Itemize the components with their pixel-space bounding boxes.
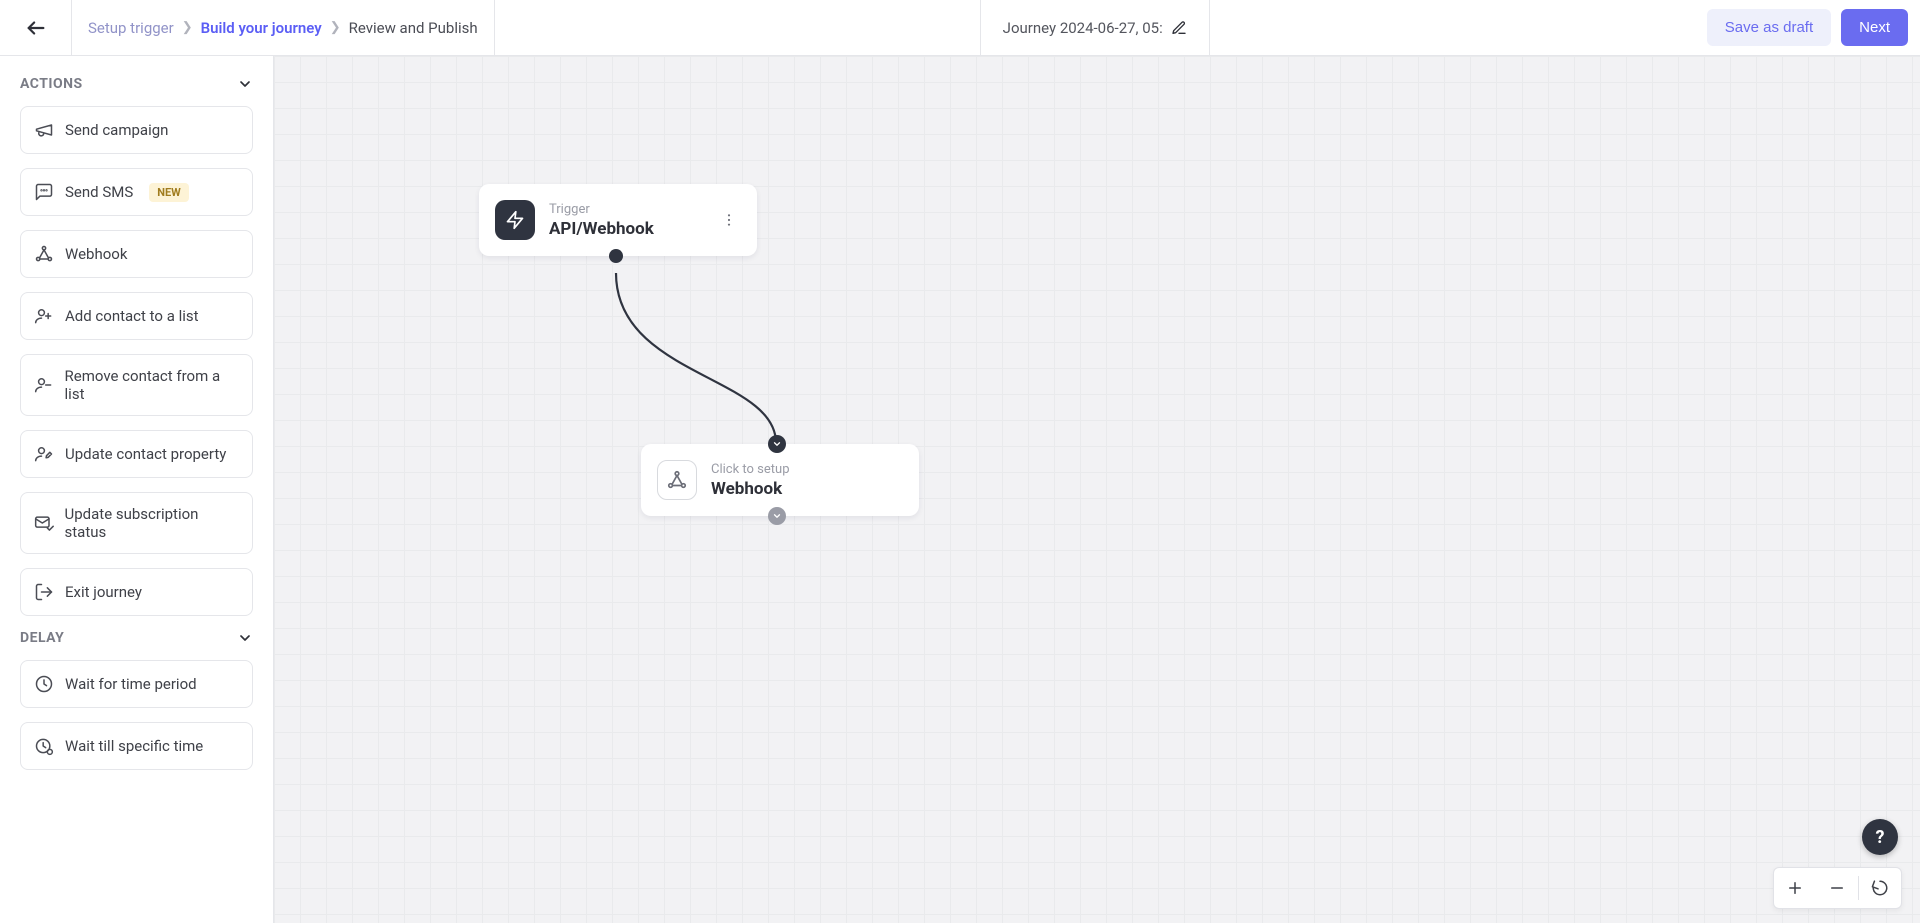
- action-label: Exit journey: [65, 583, 142, 601]
- mail-check-icon: [33, 512, 55, 534]
- zoom-reset-button[interactable]: [1859, 867, 1901, 909]
- journey-title-text: Journey 2024-06-27, 05:: [1003, 19, 1163, 37]
- breadcrumb: Setup trigger ❯ Build your journey ❯ Rev…: [72, 0, 495, 55]
- chevron-right-icon: ❯: [182, 20, 193, 35]
- breadcrumb-step-build[interactable]: Build your journey: [201, 19, 322, 37]
- action-update-subscription[interactable]: Update subscription status: [20, 492, 253, 554]
- section-header-delay[interactable]: DELAY: [20, 630, 253, 646]
- actions-sidebar: ACTIONS Send campaign Send SMS NEW Webho…: [0, 56, 274, 923]
- node-input-port[interactable]: [768, 435, 786, 453]
- section-header-actions[interactable]: ACTIONS: [20, 76, 253, 92]
- plus-icon: [1786, 879, 1804, 897]
- connector-line: [274, 56, 1274, 656]
- section-title-text: DELAY: [20, 630, 64, 646]
- node-trigger[interactable]: Trigger API/Webhook: [479, 184, 757, 256]
- question-mark-icon: ?: [1876, 827, 1885, 848]
- chevron-down-icon: [237, 76, 253, 92]
- action-label: Update contact property: [65, 445, 226, 463]
- node-menu-button[interactable]: [717, 208, 741, 232]
- back-button[interactable]: [0, 0, 72, 55]
- exit-icon: [33, 581, 55, 603]
- delay-wait-period[interactable]: Wait for time period: [20, 660, 253, 708]
- action-remove-contact[interactable]: Remove contact from a list: [20, 354, 253, 416]
- chevron-down-icon: [237, 630, 253, 646]
- clock-target-icon: [33, 735, 55, 757]
- node-output-port[interactable]: [609, 249, 623, 263]
- action-label: Webhook: [65, 245, 127, 263]
- next-button[interactable]: Next: [1841, 9, 1908, 46]
- user-edit-icon: [33, 443, 55, 465]
- action-add-contact[interactable]: Add contact to a list: [20, 292, 253, 340]
- save-draft-button[interactable]: Save as draft: [1707, 9, 1831, 46]
- node-output-port[interactable]: [768, 507, 786, 525]
- action-label: Send SMS: [65, 183, 133, 201]
- node-title: API/Webhook: [549, 219, 654, 239]
- action-label: Update subscription status: [65, 505, 240, 541]
- node-title: Webhook: [711, 479, 790, 499]
- journey-canvas[interactable]: Trigger API/Webhook Click to setup Webho…: [274, 56, 1920, 923]
- node-webhook[interactable]: Click to setup Webhook: [641, 444, 919, 516]
- lightning-icon: [495, 200, 535, 240]
- chat-icon: [33, 181, 55, 203]
- clock-icon: [33, 673, 55, 695]
- webhook-icon: [33, 243, 55, 265]
- zoom-in-button[interactable]: [1774, 867, 1816, 909]
- reset-icon: [1871, 879, 1889, 897]
- help-button[interactable]: ?: [1862, 819, 1898, 855]
- user-plus-icon: [33, 305, 55, 327]
- action-update-contact[interactable]: Update contact property: [20, 430, 253, 478]
- chevron-right-icon: ❯: [330, 20, 341, 35]
- dots-vertical-icon: [721, 212, 737, 228]
- action-label: Wait till specific time: [65, 737, 203, 755]
- breadcrumb-step-setup[interactable]: Setup trigger: [88, 19, 174, 37]
- node-overline: Trigger: [549, 202, 654, 217]
- new-badge: NEW: [149, 183, 189, 202]
- minus-icon: [1828, 879, 1846, 897]
- action-label: Send campaign: [65, 121, 168, 139]
- megaphone-icon: [33, 119, 55, 141]
- header-actions: Save as draft Next: [1695, 0, 1920, 55]
- section-title-text: ACTIONS: [20, 76, 83, 92]
- webhook-icon: [657, 460, 697, 500]
- action-send-sms[interactable]: Send SMS NEW: [20, 168, 253, 216]
- zoom-out-button[interactable]: [1816, 867, 1858, 909]
- journey-title[interactable]: Journey 2024-06-27, 05:: [980, 0, 1210, 55]
- action-send-campaign[interactable]: Send campaign: [20, 106, 253, 154]
- user-minus-icon: [33, 374, 55, 396]
- pencil-icon[interactable]: [1171, 20, 1187, 36]
- action-webhook[interactable]: Webhook: [20, 230, 253, 278]
- action-label: Wait for time period: [65, 675, 197, 693]
- breadcrumb-step-review[interactable]: Review and Publish: [349, 19, 478, 37]
- app-header: Setup trigger ❯ Build your journey ❯ Rev…: [0, 0, 1920, 56]
- arrow-left-icon: [25, 17, 47, 39]
- action-exit-journey[interactable]: Exit journey: [20, 568, 253, 616]
- delay-wait-specific[interactable]: Wait till specific time: [20, 722, 253, 770]
- node-overline: Click to setup: [711, 462, 790, 477]
- zoom-controls: [1773, 867, 1902, 909]
- action-label: Add contact to a list: [65, 307, 199, 325]
- action-label: Remove contact from a list: [65, 367, 240, 403]
